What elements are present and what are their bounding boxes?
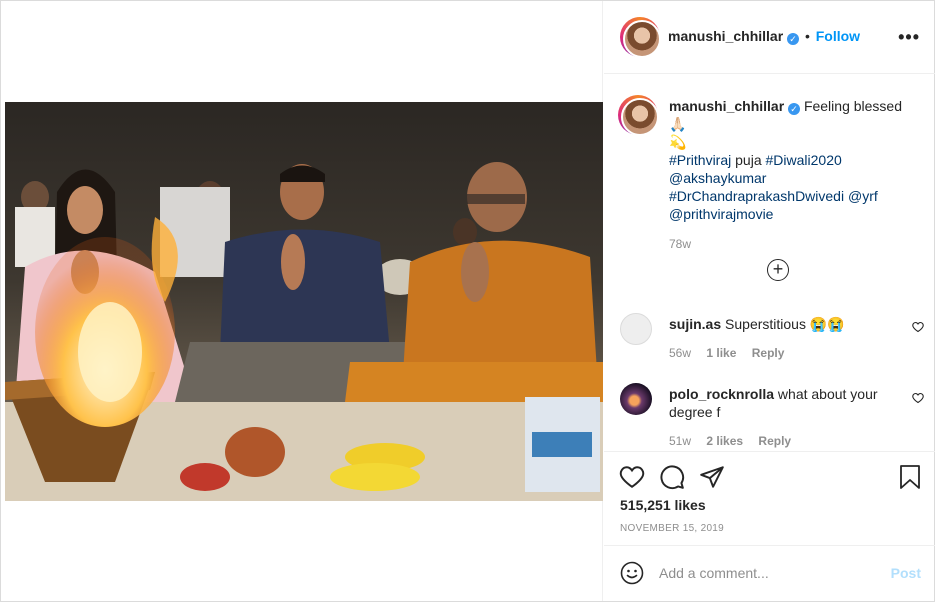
hashtag-link[interactable]: #Diwali2020 [766,152,842,168]
caption-inline-text: puja [731,152,766,168]
comment-likes[interactable]: 2 likes [706,434,743,448]
commenter-avatar[interactable] [620,383,652,415]
add-comment-bar: Add a comment... Post [604,545,935,601]
comment-text: Superstitious 😭😭 [725,316,845,332]
comment-meta: 56w 1 like Reply [669,346,784,360]
more-horizontal-icon[interactable]: ••• [898,27,920,48]
post-header: manushi_chhillar ✓ • Follow ••• [604,1,935,74]
plus-circle-icon[interactable]: + [767,259,789,281]
comment-username[interactable]: sujin.as [669,316,721,332]
comment-time[interactable]: 51w [669,434,691,448]
caption-username[interactable]: manushi_chhillar [669,98,784,114]
mention-link[interactable]: @akshaykumar [669,170,766,186]
commenter-avatar[interactable] [620,313,652,345]
smiley-icon[interactable] [620,561,644,588]
paper-plane-icon[interactable] [699,464,725,493]
author-username[interactable]: manushi_chhillar [668,28,783,44]
action-bar [604,451,935,490]
comment-time[interactable]: 56w [669,346,691,360]
instagram-post: manushi_chhillar ✓ • Follow ••• manushi_… [0,0,935,602]
comment-item: polo_rocknrolla what about your degree f [669,385,899,421]
comment-item: sujin.as Superstitious 😭😭 [669,315,899,333]
likes-count[interactable]: 515,251 likes [620,497,706,513]
comment-like-icon[interactable] [912,321,924,333]
verified-badge-icon: ✓ [787,33,800,45]
post-sidebar: manushi_chhillar ✓ • Follow ••• manushi_… [604,1,935,601]
caption: manushi_chhillar ✓ Feeling blessed 🙏🏻 💫 … [669,97,921,253]
puja-photo-illustration [5,102,603,501]
verified-badge-icon: ✓ [788,103,801,115]
post-photo[interactable] [5,102,603,501]
comment-input[interactable]: Add a comment... [659,565,769,581]
post-comment-button[interactable]: Post [891,565,921,581]
reply-button[interactable]: Reply [752,346,785,360]
hashtag-link[interactable]: #DrChandraprakashDwivedi [669,188,844,204]
comment-likes[interactable]: 1 like [706,346,736,360]
post-media [1,1,603,601]
heart-icon[interactable] [619,464,645,493]
comment-icon[interactable] [659,464,685,493]
caption-avatar[interactable] [618,95,659,136]
follow-button[interactable]: Follow [816,28,860,44]
mention-link[interactable]: @yrf [848,188,878,204]
comment-meta: 51w 2 likes Reply [669,434,791,448]
bookmark-icon[interactable] [898,464,922,493]
comment-like-icon[interactable] [912,392,924,404]
caption-line2: 💫 [669,134,687,150]
header-user-line: manushi_chhillar ✓ • Follow [668,28,860,45]
hashtag-link[interactable]: #Prithviraj [669,152,731,168]
post-date[interactable]: NOVEMBER 15, 2019 [620,523,724,534]
mention-link[interactable]: @prithvirajmovie [669,206,773,222]
reply-button[interactable]: Reply [758,434,791,448]
author-avatar[interactable] [620,17,661,58]
caption-time[interactable]: 78w [669,235,921,253]
comment-username[interactable]: polo_rocknrolla [669,386,774,402]
header-separator: • [804,28,810,44]
